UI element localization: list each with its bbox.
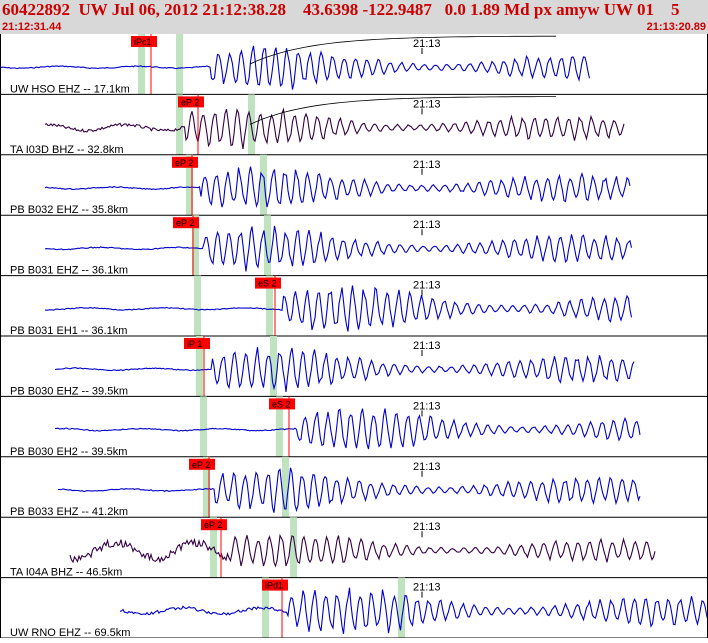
seismogram-panel[interactable]: iPc1 21:13 UW HSO EHZ -- 17.1km eP 2 21:13 TA… — [0, 34, 708, 639]
trace-row[interactable]: eP 2 21:13 PB B031 EHZ -- 36.1km — [0, 215, 708, 277]
waveform — [44, 285, 633, 332]
channel-label: PB B031 EHZ -- 36.1km — [10, 265, 128, 277]
channel-label: TA I03D BHZ -- 32.8km — [10, 144, 124, 156]
pick-label: eP 2 — [176, 218, 194, 228]
pick-label: iP 1 — [187, 339, 202, 349]
event-title: 60422892 UW Jul 06, 2012 21:12:38.28 43.… — [2, 0, 680, 19]
window-band — [290, 517, 297, 578]
trace-row[interactable]: iPc1 21:13 UW HSO EHZ -- 17.1km — [0, 34, 708, 95]
channel-label: PB B030 EHZ -- 39.5km — [10, 385, 128, 397]
channel-label: UW HSO EHZ -- 17.1km — [10, 83, 130, 95]
waveform — [54, 347, 635, 392]
waveform — [44, 107, 625, 150]
window-band — [176, 34, 183, 95]
trace-row[interactable]: eP 2 21:13 TA I04A BHZ -- 46.5km — [0, 517, 708, 579]
seismogram-svg[interactable]: iPc1 21:13 UW HSO EHZ -- 17.1km eP 2 21:13 TA… — [0, 34, 708, 639]
minute-label: 21:13 — [413, 219, 441, 231]
waveform — [119, 587, 708, 634]
pick-label: iPd1 — [265, 581, 283, 591]
pick-label: eS 2 — [272, 399, 291, 409]
minute-label: 21:13 — [413, 461, 441, 473]
channel-label: PB B033 EHZ -- 41.2km — [10, 506, 128, 518]
minute-label: 21:13 — [413, 400, 441, 412]
end-time: 21:13:20.89 — [646, 21, 706, 33]
trace-row[interactable]: eS 2 21:13 PB B030 EH2 -- 39.5km — [0, 396, 708, 458]
minute-label: 21:13 — [413, 280, 441, 292]
window-band — [200, 396, 207, 457]
waveform — [44, 166, 631, 209]
waveform — [54, 408, 641, 450]
waveform — [69, 533, 656, 568]
pick-label: eP 2 — [192, 460, 210, 470]
minute-label: 21:13 — [413, 98, 441, 110]
channel-label: PB B031 EH1 -- 36.1km — [10, 325, 127, 337]
channel-label: TA I04A BHZ -- 46.5km — [10, 567, 122, 579]
minute-label: 21:13 — [413, 582, 441, 594]
trace-row[interactable]: eP 2 21:13 PB B033 EHZ -- 41.2km — [0, 456, 708, 518]
waveform — [44, 225, 633, 272]
trace-row[interactable]: iP 1 21:13 PB B030 EHZ -- 39.5km — [0, 336, 708, 397]
trace-row[interactable]: eP 2 21:13 PB B032 EHZ -- 35.8km — [0, 154, 708, 216]
channel-label: UW RNO EHZ -- 69.5km — [10, 627, 130, 638]
trace-row[interactable]: iPd1 21:13 UW RNO EHZ -- 69.5km — [0, 577, 708, 639]
start-time: 21:12:31.44 — [2, 21, 62, 33]
trace-row[interactable]: eS 2 21:13 PB B031 EH1 -- 36.1km — [0, 275, 708, 337]
minute-label: 21:13 — [413, 159, 441, 171]
minute-label: 21:13 — [413, 38, 441, 50]
minute-label: 21:13 — [413, 521, 441, 533]
pick-label: eP 2 — [181, 97, 199, 107]
window-band — [264, 215, 271, 276]
pick-label: iPc1 — [134, 37, 152, 47]
waveform — [58, 467, 641, 513]
minute-label: 21:13 — [413, 340, 441, 352]
event-header: 60422892 UW Jul 06, 2012 21:12:38.28 43.… — [0, 0, 708, 34]
window-band — [194, 275, 201, 336]
window-band — [398, 577, 405, 638]
pick-label: eS 2 — [258, 279, 277, 289]
trace-row[interactable]: eP 2 21:13 TA I03D BHZ -- 32.8km — [0, 94, 708, 156]
pick-label: eP 2 — [175, 158, 193, 168]
channel-label: PB B030 EH2 -- 39.5km — [10, 446, 127, 458]
window-band — [260, 154, 267, 216]
channel-label: PB B032 EHZ -- 35.8km — [10, 204, 128, 216]
pick-label: eP 2 — [204, 520, 222, 530]
